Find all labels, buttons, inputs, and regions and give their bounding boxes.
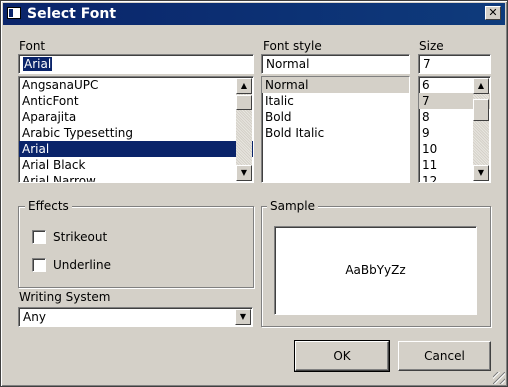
font-input[interactable]: Arial — [18, 54, 254, 74]
font-style-label: Font style — [263, 39, 322, 53]
font-list-item[interactable]: AnticFont — [19, 93, 253, 109]
size-label: Size — [419, 39, 444, 53]
select-font-dialog: Select Font ✕ Font Arial AngsanaUPC Antic… — [0, 0, 508, 387]
font-list-item[interactable]: Arial — [19, 141, 253, 157]
arrow-down-icon: ▼ — [477, 168, 485, 177]
strikeout-label: Strikeout — [53, 230, 108, 244]
font-style-list-items: Normal Italic Bold Bold Italic — [262, 77, 409, 141]
sample-title: Sample — [267, 199, 318, 213]
size-list[interactable]: 6 7 8 9 10 11 12 ▲ ▼ — [418, 76, 491, 183]
font-style-input[interactable]: Normal — [261, 54, 410, 74]
font-scroll-down-button[interactable]: ▼ — [236, 165, 252, 181]
font-list-item[interactable]: Arial Black — [19, 157, 253, 173]
font-list-items: AngsanaUPC AnticFont Aparajita Arabic Types… — [19, 77, 253, 182]
window-icon — [7, 7, 21, 19]
size-list-scrollbar[interactable]: ▲ ▼ — [473, 78, 489, 181]
font-list-scrollbar[interactable]: ▲ ▼ — [236, 78, 252, 181]
chevron-down-icon: ▼ — [239, 312, 247, 321]
writing-system-value: Any — [23, 310, 46, 324]
underline-checkbox[interactable] — [32, 258, 46, 272]
ok-button[interactable]: OK — [294, 340, 390, 372]
font-list[interactable]: AngsanaUPC AnticFont Aparajita Arabic Types… — [18, 76, 254, 183]
effects-group — [18, 206, 254, 288]
sample-preview: AaBbYyZz — [274, 226, 477, 315]
close-icon: ✕ — [488, 6, 498, 19]
writing-system-dropdown-button[interactable]: ▼ — [235, 309, 251, 325]
font-input-text: Arial — [23, 57, 53, 71]
font-list-item[interactable]: Aparajita — [19, 109, 253, 125]
font-label: Font — [19, 39, 46, 53]
effects-title: Effects — [25, 199, 72, 213]
close-button[interactable]: ✕ — [485, 6, 501, 20]
font-style-list-item[interactable]: Bold — [262, 109, 409, 125]
size-scroll-up-button[interactable]: ▲ — [473, 78, 489, 94]
font-list-item[interactable]: AngsanaUPC — [19, 77, 253, 93]
size-input[interactable]: 7 — [418, 54, 491, 74]
font-list-item[interactable]: Arabic Typesetting — [19, 125, 253, 141]
strikeout-checkbox[interactable] — [32, 230, 46, 244]
underline-label: Underline — [53, 258, 111, 272]
writing-system-select[interactable]: Any ▼ — [18, 307, 253, 327]
arrow-down-icon: ▼ — [240, 168, 248, 177]
dialog-title: Select Font — [27, 6, 117, 22]
cancel-button[interactable]: Cancel — [398, 341, 491, 371]
arrow-up-icon: ▲ — [240, 81, 248, 90]
arrow-up-icon: ▲ — [477, 81, 485, 90]
size-scroll-down-button[interactable]: ▼ — [473, 165, 489, 181]
font-scroll-thumb[interactable] — [236, 95, 252, 110]
resize-grip-icon[interactable] — [493, 372, 505, 384]
font-style-list-item[interactable]: Normal — [262, 77, 409, 93]
font-style-list[interactable]: Normal Italic Bold Bold Italic — [261, 76, 410, 183]
font-list-item[interactable]: Arial Narrow — [19, 173, 253, 182]
title-bar: Select Font ✕ — [3, 3, 505, 25]
font-style-list-item[interactable]: Italic — [262, 93, 409, 109]
writing-system-label: Writing System — [19, 290, 111, 304]
font-style-list-item[interactable]: Bold Italic — [262, 125, 409, 141]
font-scroll-up-button[interactable]: ▲ — [236, 78, 252, 94]
size-scroll-thumb[interactable] — [473, 99, 489, 121]
